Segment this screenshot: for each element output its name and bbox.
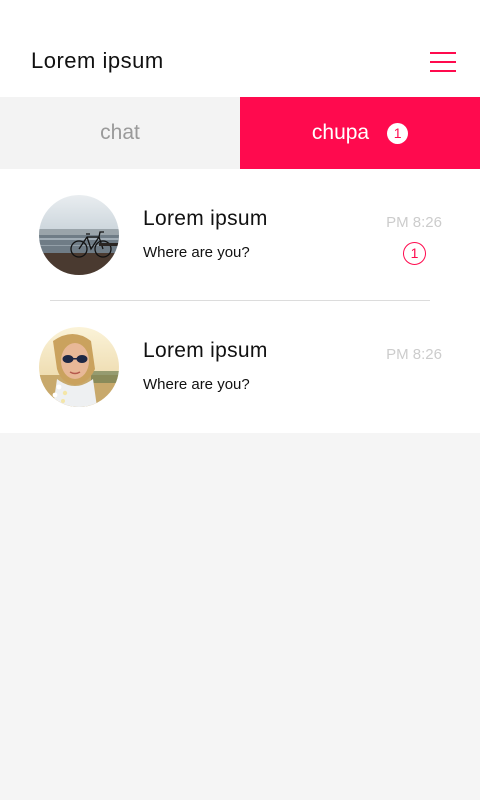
hamburger-menu-icon[interactable] — [428, 50, 458, 76]
unread-count-badge: 1 — [403, 242, 426, 265]
message-preview: Where are you? — [143, 376, 250, 393]
conversation-item[interactable]: Lorem ipsum Where are you? PM 8:26 — [0, 301, 480, 433]
contact-name: Lorem ipsum — [143, 339, 268, 362]
app-title: Lorem ipsum — [31, 48, 164, 73]
avatar-woman-sunglasses-photo — [39, 327, 119, 407]
tab-chupa-label: chupa — [311, 121, 370, 144]
contact-name: Lorem ipsum — [143, 207, 268, 230]
conversation-item[interactable]: Lorem ipsum Where are you? PM 8:26 1 — [0, 169, 480, 301]
avatar-bicycle-photo — [39, 195, 119, 275]
message-time: PM 8:26 — [386, 346, 442, 363]
tab-chupa-badge: 1 — [387, 122, 409, 144]
conversation-list: Lorem ipsum Where are you? PM 8:26 1 Lor… — [0, 169, 480, 433]
tab-chupa[interactable]: chupa 1 — [240, 97, 480, 169]
message-time: PM 8:26 — [386, 214, 442, 231]
app-header: Lorem ipsum — [0, 0, 480, 97]
tab-chat[interactable]: chat — [0, 97, 240, 169]
tab-bar: chat chupa 1 — [0, 97, 480, 169]
tab-chat-label: chat — [100, 121, 140, 144]
message-preview: Where are you? — [143, 244, 250, 261]
